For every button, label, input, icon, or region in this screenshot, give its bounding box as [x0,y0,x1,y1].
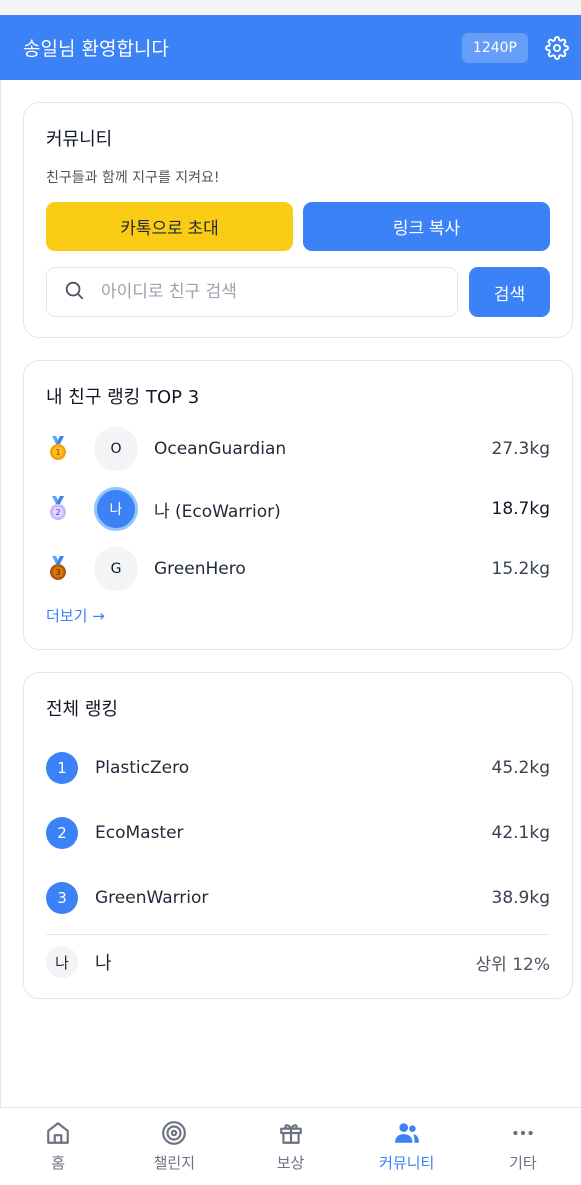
users-icon [394,1120,420,1146]
gold-medal-icon: 1 [46,436,70,462]
more-icon [510,1120,536,1146]
app-header: 송일님 환영합니다 1240P [0,15,581,80]
nav-community[interactable]: 커뮤니티 [349,1108,465,1185]
friend-name: 나 (EcoWarrior) [154,501,281,522]
search-button[interactable]: 검색 [469,267,550,317]
nav-label: 챌린지 [153,1154,195,1172]
global-ranking-card: 전체 랭킹 1 PlasticZero 45.2kg 2 EcoMaster 4… [23,672,573,999]
points-badge[interactable]: 1240P [461,32,528,63]
friend-name: GreenHero [154,559,246,579]
friend-row[interactable]: 1 O OceanGuardian 27.3kg [46,419,550,479]
my-avatar: 나 [94,487,138,531]
more-link[interactable]: 더보기 → [46,605,105,626]
rank-number: 3 [46,881,78,914]
header-actions: 1240P [461,32,570,63]
nav-reward[interactable]: 보상 [232,1108,348,1185]
invite-buttons: 카톡으로 초대 링크 복사 [46,202,550,251]
my-name: 나 [95,953,112,974]
friend-value: 18.7kg [491,499,551,519]
nav-label: 홈 [51,1154,65,1172]
my-avatar: 나 [46,946,78,978]
svg-text:1: 1 [55,448,60,457]
my-rank-row: 나 나 상위 12% [46,934,550,989]
rank-number: 2 [46,816,78,849]
my-percentile: 상위 12% [475,954,550,975]
friend-row-me[interactable]: 2 나 나 (EcoWarrior) 18.7kg [46,479,550,539]
rank-value: 38.9kg [491,887,551,908]
rank-row[interactable]: 1 PlasticZero 45.2kg [46,735,550,800]
bottom-nav: 홈 챌린지 보상 커뮤니티 기타 [0,1107,581,1185]
welcome-title: 송일님 환영합니다 [23,38,169,60]
community-card: 커뮤니티 친구들과 함께 지구를 지켜요! 카톡으로 초대 링크 복사 검색 [23,102,573,338]
avatar: G [94,547,138,591]
community-subtitle: 친구들과 함께 지구를 지켜요! [46,170,220,186]
rank-number: 1 [46,751,78,784]
friend-row[interactable]: 3 G GreenHero 15.2kg [46,539,550,599]
nav-label: 기타 [509,1154,537,1172]
search-box [46,267,458,317]
friend-name: OceanGuardian [154,439,287,459]
avatar: O [94,427,138,471]
friend-search-input[interactable] [101,282,457,302]
nav-home[interactable]: 홈 [0,1108,116,1185]
search-icon [63,279,85,305]
copy-link-button[interactable]: 링크 복사 [303,202,550,251]
rank-row[interactable]: 3 GreenWarrior 38.9kg [46,865,550,930]
gift-icon [278,1120,304,1146]
friend-ranking-card: 내 친구 랭킹 TOP 3 1 O OceanGuardian 27.3kg 2… [23,360,573,650]
svg-text:3: 3 [55,568,60,577]
global-ranking-list: 1 PlasticZero 45.2kg 2 EcoMaster 42.1kg … [46,735,550,989]
nav-challenge[interactable]: 챌린지 [116,1108,232,1185]
nav-more[interactable]: 기타 [465,1108,581,1185]
kakao-invite-button[interactable]: 카톡으로 초대 [46,202,293,251]
top-strip [0,0,581,15]
rank-row[interactable]: 2 EcoMaster 42.1kg [46,800,550,865]
silver-medal-icon: 2 [46,496,70,522]
community-title: 커뮤니티 [46,129,113,150]
home-icon [45,1120,71,1146]
nav-label: 보상 [276,1154,305,1172]
gear-icon[interactable] [544,35,570,61]
main-content: 커뮤니티 친구들과 함께 지구를 지켜요! 카톡으로 초대 링크 복사 검색 내… [0,80,581,1107]
target-icon [161,1120,187,1146]
svg-text:2: 2 [55,508,60,517]
rank-name: GreenWarrior [95,887,209,908]
friend-value: 27.3kg [491,439,551,459]
friend-ranking-list: 1 O OceanGuardian 27.3kg 2 나 나 (EcoWarri… [46,419,550,599]
nav-label: 커뮤니티 [379,1154,435,1172]
rank-value: 45.2kg [491,757,551,778]
rank-name: EcoMaster [95,822,184,843]
bronze-medal-icon: 3 [46,556,70,582]
rank-name: PlasticZero [95,757,190,778]
rank-value: 42.1kg [491,822,551,843]
friend-ranking-title: 내 친구 랭킹 TOP 3 [46,387,200,408]
friend-value: 15.2kg [491,559,551,579]
friend-search-row: 검색 [46,267,550,317]
global-ranking-title: 전체 랭킹 [46,699,118,720]
